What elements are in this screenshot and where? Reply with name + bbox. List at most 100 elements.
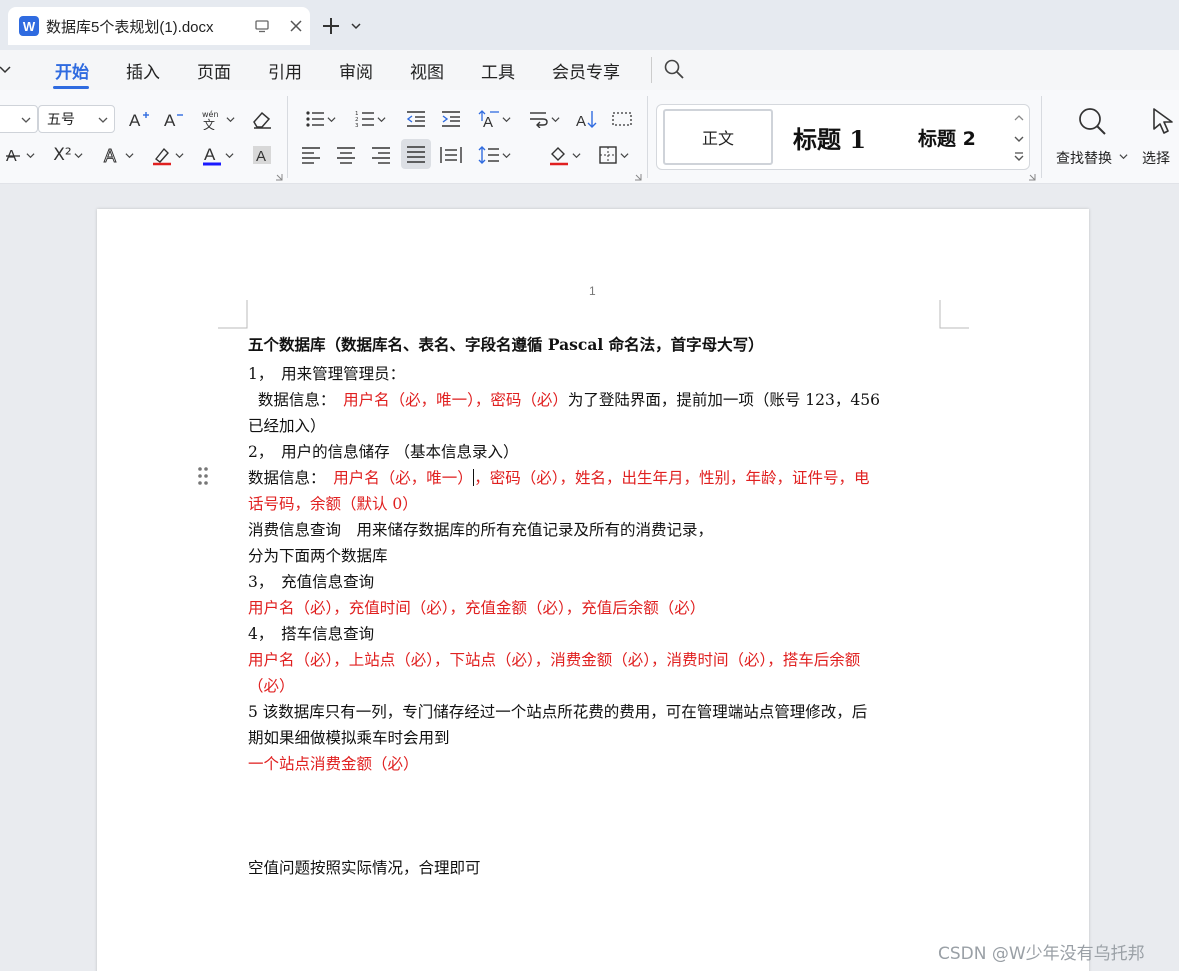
chevron-down-icon xyxy=(550,116,560,122)
data-label: 数据信息： xyxy=(248,391,344,409)
paint-bucket-icon xyxy=(549,147,568,166)
section-4-fields: 用户名（必），上站点（必），下站点（必），消费金额（必），消费时间（必），搭车后… xyxy=(248,651,861,669)
margin-corner-mark xyxy=(939,300,969,329)
section-2-fields: 数据信息： 用户名（必，唯一），密码（必），姓名，出生年月，性别，年龄，证件号，… xyxy=(248,466,948,488)
align-left-button[interactable] xyxy=(299,142,323,168)
justify-button[interactable] xyxy=(401,139,431,169)
sort-button[interactable]: A xyxy=(575,106,599,132)
font-color-button[interactable]: A xyxy=(198,142,236,168)
consume-info-line: 消费信息查询 用来储存数据库的所有充值记录及所有的消费记录， xyxy=(248,521,714,539)
style-heading-2[interactable]: 标题 2 xyxy=(918,124,976,151)
show-hide-marks-button[interactable] xyxy=(610,106,634,132)
ribbon-divider xyxy=(1041,96,1042,178)
select-button[interactable]: 选择 xyxy=(1140,104,1179,168)
active-menu-indicator xyxy=(53,86,89,89)
word-doc-icon: W xyxy=(19,16,39,36)
svg-text:A: A xyxy=(576,113,586,129)
find-replace-button[interactable]: 查找替换 xyxy=(1055,104,1129,168)
styles-dialog-launcher-icon[interactable] xyxy=(1028,173,1036,181)
chevron-down-icon[interactable] xyxy=(0,62,12,76)
character-shading-button[interactable]: A xyxy=(250,142,274,168)
superscript-button[interactable]: X² xyxy=(50,142,86,168)
svg-text:A: A xyxy=(164,111,176,129)
font-grow-icon: A xyxy=(129,111,149,129)
font-size-value: 五号 xyxy=(47,112,75,128)
font-dialog-launcher-icon[interactable] xyxy=(275,173,283,181)
align-right-button[interactable] xyxy=(369,142,393,168)
find-replace-label: 查找替换 xyxy=(1056,151,1112,167)
align-right-icon xyxy=(372,147,390,164)
section-1-fields: 数据信息： 用户名（必，唯一），密码（必）为了登陆界面，提前加一项（账号 123… xyxy=(248,388,948,410)
chevron-down-icon xyxy=(74,152,83,158)
data-label: 数据信息： xyxy=(248,469,334,487)
new-tab-plus-icon[interactable] xyxy=(320,15,342,37)
bullet-list-icon xyxy=(305,111,324,127)
section-1-note-cont: 已经加入） xyxy=(248,417,326,435)
strikethrough-button[interactable]: A xyxy=(2,142,38,168)
chevron-down-icon[interactable] xyxy=(350,20,362,32)
menu-view[interactable]: 视图 xyxy=(410,58,444,83)
section-5-fields: 一个站点消费金额（必） xyxy=(248,755,419,773)
svg-text:3: 3 xyxy=(355,123,359,128)
menu-tools[interactable]: 工具 xyxy=(481,58,515,83)
menu-review[interactable]: 审阅 xyxy=(339,58,373,83)
distributed-align-button[interactable] xyxy=(439,142,463,168)
required-fields: 用户名（必，唯一），密码（必） xyxy=(343,391,568,409)
clear-format-button[interactable] xyxy=(250,106,274,132)
styles-scroll-arrows-icon[interactable] xyxy=(1012,108,1026,166)
section-4-fields-cont: （必） xyxy=(248,677,295,695)
menu-page[interactable]: 页面 xyxy=(197,58,231,83)
align-center-button[interactable] xyxy=(334,142,358,168)
section-5-description: 5 该数据库只有一列，专门储存经过一个站点所花费的费用，可在管理端站点管理修改，… xyxy=(248,703,868,721)
chevron-down-icon xyxy=(1119,154,1128,160)
section-1-heading: 1， 用来管理管理员： xyxy=(248,365,406,383)
menu-references[interactable]: 引用 xyxy=(268,58,302,83)
strikethrough-icon: A xyxy=(5,148,20,165)
font-name-combo[interactable] xyxy=(0,105,38,133)
svg-text:A: A xyxy=(129,111,141,129)
fields-list: ，密码（必），姓名，出生年月，性别，年龄，证件号，电 xyxy=(474,469,870,487)
margin-corner-mark xyxy=(218,300,248,329)
borders-button[interactable] xyxy=(594,142,632,168)
consume-info-line-2: 分为下面两个数据库 xyxy=(248,547,388,565)
phonetic-guide-button[interactable]: wén 文 xyxy=(198,106,236,132)
text-effect-icon: A xyxy=(103,146,116,166)
section-2-fields-cont: 话号码，余额（默认 0） xyxy=(248,495,418,513)
menu-divider xyxy=(651,57,652,83)
increase-font-size-button[interactable]: A xyxy=(127,106,151,132)
section-3-heading: 3， 充值信息查询 xyxy=(248,573,375,591)
close-icon[interactable] xyxy=(288,18,304,34)
search-icon[interactable] xyxy=(663,58,685,80)
document-tab[interactable]: W 数据库5个表规划(1).docx xyxy=(8,7,310,45)
shading-button[interactable] xyxy=(545,142,583,168)
font-size-combo[interactable]: 五号 xyxy=(38,105,115,133)
align-left-icon xyxy=(302,147,320,164)
drag-handle-icon[interactable] xyxy=(197,466,209,486)
text-direction-button[interactable]: A xyxy=(475,106,513,132)
text-effect-button[interactable]: A xyxy=(100,142,136,168)
document-tab-title: 数据库5个表规划(1).docx xyxy=(46,18,214,36)
distributed-align-icon xyxy=(440,147,462,163)
line-spacing-icon xyxy=(478,146,499,164)
style-normal[interactable]: 正文 xyxy=(663,109,773,165)
decrease-indent-button[interactable] xyxy=(404,106,428,132)
paragraph-dialog-launcher-icon[interactable] xyxy=(634,173,642,181)
chevron-down-icon xyxy=(224,152,234,158)
decrease-font-size-button[interactable]: A xyxy=(162,106,186,132)
menu-home[interactable]: 开始 xyxy=(55,58,89,83)
increase-indent-button[interactable] xyxy=(439,106,463,132)
highlight-color-button[interactable] xyxy=(148,142,186,168)
required-fields: 用户名（必，唯一） xyxy=(333,469,473,487)
line-spacing-button[interactable] xyxy=(475,142,513,168)
style-heading-1[interactable]: 标题 1 xyxy=(793,120,866,155)
bullet-list-button[interactable] xyxy=(301,106,339,132)
menu-insert[interactable]: 插入 xyxy=(126,58,160,83)
monitor-icon[interactable] xyxy=(254,18,270,34)
menu-member[interactable]: 会员专享 xyxy=(552,58,620,83)
search-icon xyxy=(1079,108,1106,135)
numbered-list-button[interactable]: 123 xyxy=(351,106,389,132)
svg-text:A: A xyxy=(204,145,216,164)
borders-icon xyxy=(598,146,617,164)
chevron-down-icon xyxy=(174,152,184,158)
text-wrap-button[interactable] xyxy=(525,106,563,132)
